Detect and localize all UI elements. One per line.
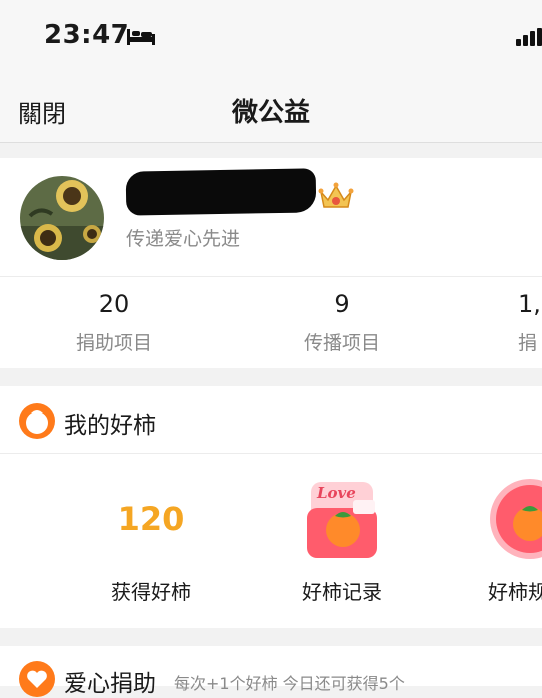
section-title: 我的好柿 — [64, 413, 156, 439]
persimmon-icon — [19, 403, 55, 439]
signal-icon — [516, 28, 542, 46]
persimmon-card: 我的好柿 120 获得好柿 Love 好柿记录 好柿规 — [0, 386, 542, 628]
persimmon-coin-icon — [490, 479, 542, 559]
profile-card: 传递爱心先进 20 捐助项目 9 传播项目 1,5 捐 — [0, 158, 542, 368]
stat-label: 捐 — [518, 332, 538, 354]
status-bar: 23:47 — [0, 0, 542, 72]
bed-icon — [127, 29, 155, 45]
tile-persimmon-rules[interactable]: 好柿规 — [468, 474, 542, 605]
divider — [0, 453, 542, 454]
stat-value: 1,5 — [518, 290, 542, 318]
heart-icon — [19, 661, 55, 697]
profile-subtitle: 传递爱心先进 — [126, 228, 241, 250]
nav-bar: 關閉 微公益 — [0, 72, 542, 143]
love-gift-card-icon: Love — [307, 482, 377, 558]
stat-shared-projects[interactable]: 9 传播项目 — [242, 290, 442, 355]
status-time: 23:47 — [44, 20, 130, 50]
tile-label: 好柿规 — [488, 580, 542, 604]
sunflower-avatar-icon — [20, 176, 104, 260]
section-title: 爱心捐助 — [64, 671, 156, 697]
divider — [0, 276, 542, 277]
donation-note: 每次+1个好柿 今日还可获得5个 — [174, 674, 405, 693]
stat-donation-amount[interactable]: 1,5 捐 — [518, 290, 542, 355]
stat-value: 20 — [98, 290, 130, 318]
stat-label: 传播项目 — [303, 332, 380, 354]
stat-donated-projects[interactable]: 20 捐助项目 — [14, 290, 214, 355]
stat-value: 9 — [334, 290, 350, 318]
redacted-username — [125, 168, 317, 216]
page-title: 微公益 — [231, 98, 310, 128]
svg-text:Love: Love — [316, 484, 356, 502]
tile-persimmon-records[interactable]: Love 好柿记录 — [267, 474, 417, 605]
donation-card[interactable]: 爱心捐助 每次+1个好柿 今日还可获得5个 — [0, 646, 542, 697]
earned-count: 120 — [117, 500, 185, 538]
tile-earned-persimmons[interactable]: 120 获得好柿 — [76, 474, 226, 605]
stat-label: 捐助项目 — [75, 332, 152, 354]
avatar[interactable] — [20, 176, 104, 260]
crown-icon — [318, 182, 354, 208]
tile-label: 获得好柿 — [111, 580, 191, 604]
tile-label: 好柿记录 — [302, 580, 382, 604]
